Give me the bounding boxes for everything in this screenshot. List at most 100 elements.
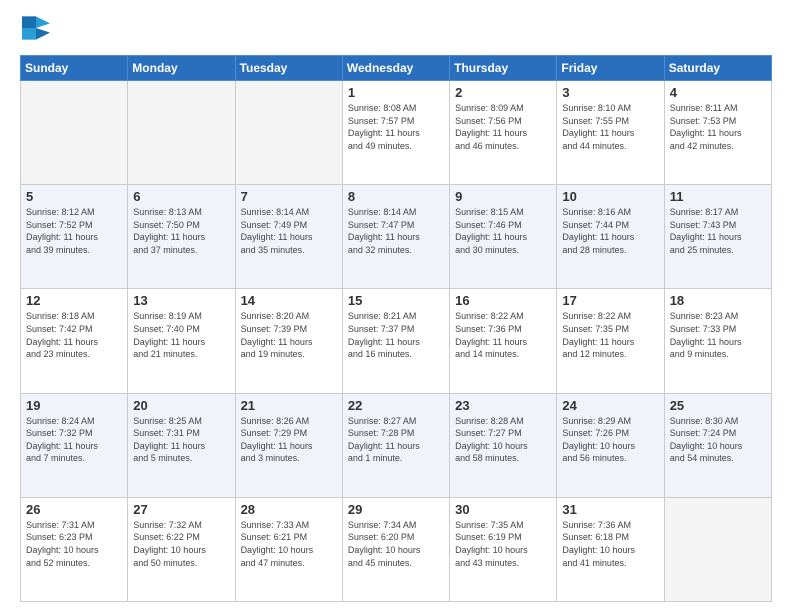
day-info: Sunrise: 8:24 AM Sunset: 7:32 PM Dayligh…	[26, 415, 122, 465]
day-number: 4	[670, 85, 766, 100]
header	[20, 16, 772, 45]
calendar-cell: 8Sunrise: 8:14 AM Sunset: 7:47 PM Daylig…	[342, 185, 449, 289]
calendar-cell: 31 Sunrise: 7:36 AM Sunset: 6:18 PM Dayli…	[557, 497, 664, 601]
calendar-cell: 9 Sunrise: 8:15 AM Sunset: 7:46 PM Daylig…	[450, 185, 557, 289]
day-info: Sunrise: 8:15 AM Sunset: 7:46 PM Dayligh…	[455, 206, 551, 256]
day-info: Sunrise: 8:08 AM Sunset: 7:57 PM Dayligh…	[348, 102, 444, 152]
calendar-cell: 11 Sunrise: 8:17 AM Sunset: 7:43 PM Dayli…	[664, 185, 771, 289]
weekday-header-row: SundayMondayTuesdayWednesdayThursdayFrid…	[21, 56, 772, 81]
calendar-cell: 16 Sunrise: 8:22 AM Sunset: 7:36 PM Dayli…	[450, 289, 557, 393]
calendar-cell	[664, 497, 771, 601]
day-info: Sunrise: 8:27 AM Sunset: 7:28 PM Dayligh…	[348, 415, 444, 465]
calendar-cell: 15Sunrise: 8:21 AM Sunset: 7:37 PM Dayli…	[342, 289, 449, 393]
calendar-cell: 20 Sunrise: 8:25 AM Sunset: 7:31 PM Dayli…	[128, 393, 235, 497]
day-info: Sunrise: 8:18 AM Sunset: 7:42 PM Dayligh…	[26, 310, 122, 360]
day-info: Sunrise: 8:25 AM Sunset: 7:31 PM Dayligh…	[133, 415, 229, 465]
day-number: 27	[133, 502, 229, 517]
calendar-week-2: 5 Sunrise: 8:12 AM Sunset: 7:52 PM Daylig…	[21, 185, 772, 289]
day-info: Sunrise: 8:19 AM Sunset: 7:40 PM Dayligh…	[133, 310, 229, 360]
day-number: 6	[133, 189, 229, 204]
calendar-cell	[21, 81, 128, 185]
day-info: Sunrise: 8:26 AM Sunset: 7:29 PM Dayligh…	[241, 415, 337, 465]
day-info: Sunrise: 7:33 AM Sunset: 6:21 PM Dayligh…	[241, 519, 337, 569]
day-info: Sunrise: 7:36 AM Sunset: 6:18 PM Dayligh…	[562, 519, 658, 569]
calendar-cell: 27 Sunrise: 7:32 AM Sunset: 6:22 PM Dayli…	[128, 497, 235, 601]
day-number: 9	[455, 189, 551, 204]
calendar-cell: 18Sunrise: 8:23 AM Sunset: 7:33 PM Dayli…	[664, 289, 771, 393]
day-number: 1	[348, 85, 444, 100]
calendar-week-4: 19 Sunrise: 8:24 AM Sunset: 7:32 PM Dayli…	[21, 393, 772, 497]
day-info: Sunrise: 8:10 AM Sunset: 7:55 PM Dayligh…	[562, 102, 658, 152]
weekday-header-sunday: Sunday	[21, 56, 128, 81]
day-info: Sunrise: 8:30 AM Sunset: 7:24 PM Dayligh…	[670, 415, 766, 465]
day-info: Sunrise: 8:09 AM Sunset: 7:56 PM Dayligh…	[455, 102, 551, 152]
calendar-cell: 28 Sunrise: 7:33 AM Sunset: 6:21 PM Dayli…	[235, 497, 342, 601]
day-info: Sunrise: 8:14 AM Sunset: 7:49 PM Dayligh…	[241, 206, 337, 256]
calendar-cell: 19 Sunrise: 8:24 AM Sunset: 7:32 PM Dayli…	[21, 393, 128, 497]
day-info: Sunrise: 8:11 AM Sunset: 7:53 PM Dayligh…	[670, 102, 766, 152]
calendar-cell	[128, 81, 235, 185]
day-number: 8	[348, 189, 444, 204]
calendar-cell: 26 Sunrise: 7:31 AM Sunset: 6:23 PM Dayli…	[21, 497, 128, 601]
calendar-cell: 10 Sunrise: 8:16 AM Sunset: 7:44 PM Dayli…	[557, 185, 664, 289]
weekday-header-thursday: Thursday	[450, 56, 557, 81]
day-number: 23	[455, 398, 551, 413]
day-info: Sunrise: 8:22 AM Sunset: 7:35 PM Dayligh…	[562, 310, 658, 360]
day-info: Sunrise: 8:12 AM Sunset: 7:52 PM Dayligh…	[26, 206, 122, 256]
day-number: 19	[26, 398, 122, 413]
weekday-header-tuesday: Tuesday	[235, 56, 342, 81]
calendar-cell: 14 Sunrise: 8:20 AM Sunset: 7:39 PM Dayli…	[235, 289, 342, 393]
day-number: 31	[562, 502, 658, 517]
calendar-cell: 7 Sunrise: 8:14 AM Sunset: 7:49 PM Daylig…	[235, 185, 342, 289]
calendar-cell: 22 Sunrise: 8:27 AM Sunset: 7:28 PM Dayli…	[342, 393, 449, 497]
day-info: Sunrise: 8:20 AM Sunset: 7:39 PM Dayligh…	[241, 310, 337, 360]
calendar-cell: 29Sunrise: 7:34 AM Sunset: 6:20 PM Dayli…	[342, 497, 449, 601]
day-number: 24	[562, 398, 658, 413]
day-number: 28	[241, 502, 337, 517]
day-info: Sunrise: 8:28 AM Sunset: 7:27 PM Dayligh…	[455, 415, 551, 465]
day-info: Sunrise: 8:21 AM Sunset: 7:37 PM Dayligh…	[348, 310, 444, 360]
calendar-cell: 5 Sunrise: 8:12 AM Sunset: 7:52 PM Daylig…	[21, 185, 128, 289]
logo-icon	[22, 16, 50, 40]
calendar-week-3: 12 Sunrise: 8:18 AM Sunset: 7:42 PM Dayli…	[21, 289, 772, 393]
day-info: Sunrise: 7:31 AM Sunset: 6:23 PM Dayligh…	[26, 519, 122, 569]
calendar-cell: 30 Sunrise: 7:35 AM Sunset: 6:19 PM Dayli…	[450, 497, 557, 601]
day-info: Sunrise: 7:32 AM Sunset: 6:22 PM Dayligh…	[133, 519, 229, 569]
day-info: Sunrise: 7:35 AM Sunset: 6:19 PM Dayligh…	[455, 519, 551, 569]
day-number: 3	[562, 85, 658, 100]
calendar-table: SundayMondayTuesdayWednesdayThursdayFrid…	[20, 55, 772, 602]
day-number: 26	[26, 502, 122, 517]
day-info: Sunrise: 8:22 AM Sunset: 7:36 PM Dayligh…	[455, 310, 551, 360]
day-number: 21	[241, 398, 337, 413]
day-number: 17	[562, 293, 658, 308]
calendar-cell: 23 Sunrise: 8:28 AM Sunset: 7:27 PM Dayli…	[450, 393, 557, 497]
calendar-cell: 12 Sunrise: 8:18 AM Sunset: 7:42 PM Dayli…	[21, 289, 128, 393]
page: SundayMondayTuesdayWednesdayThursdayFrid…	[0, 0, 792, 612]
day-number: 22	[348, 398, 444, 413]
day-number: 25	[670, 398, 766, 413]
day-number: 30	[455, 502, 551, 517]
calendar-cell: 1 Sunrise: 8:08 AM Sunset: 7:57 PM Daylig…	[342, 81, 449, 185]
calendar-cell: 25 Sunrise: 8:30 AM Sunset: 7:24 PM Dayli…	[664, 393, 771, 497]
day-number: 20	[133, 398, 229, 413]
day-number: 14	[241, 293, 337, 308]
day-number: 7	[241, 189, 337, 204]
day-number: 16	[455, 293, 551, 308]
calendar-week-1: 1 Sunrise: 8:08 AM Sunset: 7:57 PM Daylig…	[21, 81, 772, 185]
calendar-cell: 17 Sunrise: 8:22 AM Sunset: 7:35 PM Dayli…	[557, 289, 664, 393]
calendar-cell: 13Sunrise: 8:19 AM Sunset: 7:40 PM Dayli…	[128, 289, 235, 393]
weekday-header-saturday: Saturday	[664, 56, 771, 81]
calendar-cell: 3 Sunrise: 8:10 AM Sunset: 7:55 PM Daylig…	[557, 81, 664, 185]
calendar-week-5: 26 Sunrise: 7:31 AM Sunset: 6:23 PM Dayli…	[21, 497, 772, 601]
day-number: 10	[562, 189, 658, 204]
weekday-header-friday: Friday	[557, 56, 664, 81]
day-number: 5	[26, 189, 122, 204]
day-info: Sunrise: 8:16 AM Sunset: 7:44 PM Dayligh…	[562, 206, 658, 256]
day-info: Sunrise: 8:13 AM Sunset: 7:50 PM Dayligh…	[133, 206, 229, 256]
day-info: Sunrise: 8:17 AM Sunset: 7:43 PM Dayligh…	[670, 206, 766, 256]
calendar-cell: 6 Sunrise: 8:13 AM Sunset: 7:50 PM Daylig…	[128, 185, 235, 289]
day-number: 2	[455, 85, 551, 100]
day-number: 11	[670, 189, 766, 204]
day-number: 12	[26, 293, 122, 308]
calendar-cell	[235, 81, 342, 185]
